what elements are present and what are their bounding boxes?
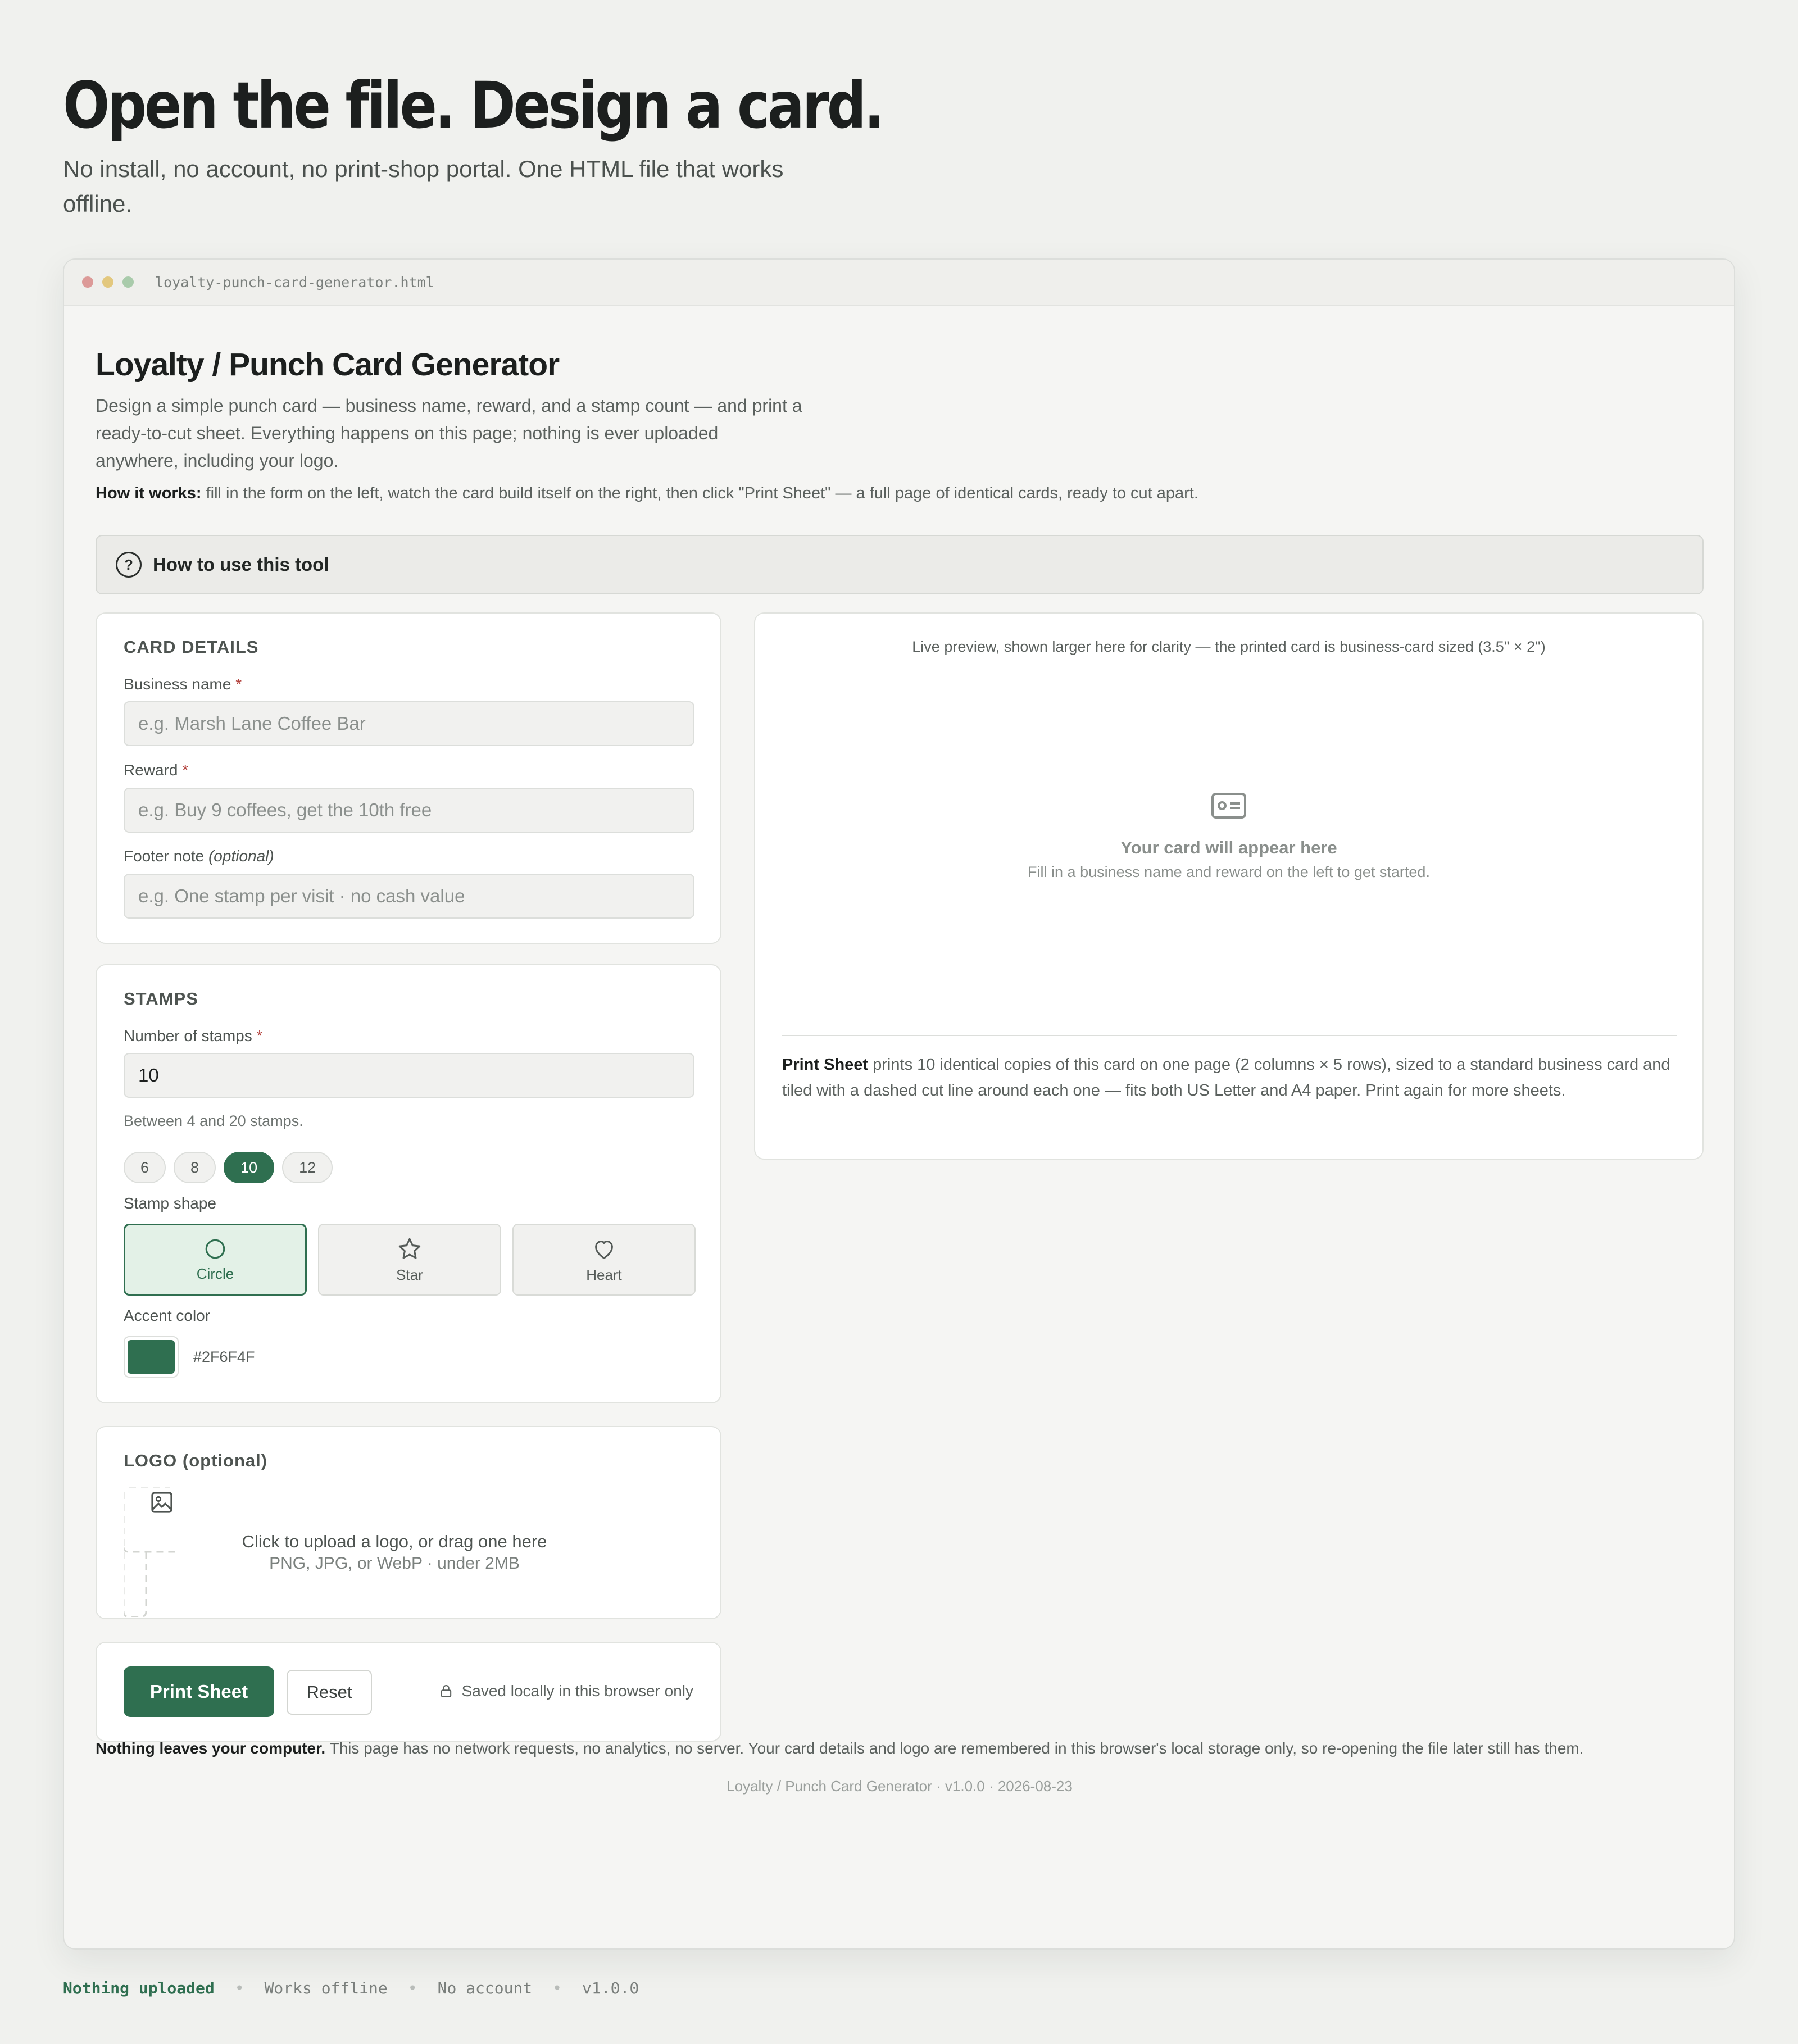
shape-heart-label: Heart xyxy=(586,1266,622,1283)
upload-instructions: Click to upload a logo, or drag one here xyxy=(242,1532,547,1551)
logo-panel: LOGO (optional) Click to upload a logo, … xyxy=(96,1426,721,1619)
logo-upload-dropzone[interactable] xyxy=(122,1486,175,1618)
print-sheet-button[interactable]: Print Sheet xyxy=(124,1666,274,1717)
stamp-count-hint: Between 4 and 20 stamps. xyxy=(124,1112,303,1129)
stamp-count-input[interactable] xyxy=(124,1053,694,1098)
print-note-text: prints 10 identical copies of this card … xyxy=(782,1056,1670,1100)
upload-formats: PNG, JPG, or WebP · under 2MB xyxy=(269,1554,520,1573)
preset-6-chip[interactable]: 6 xyxy=(124,1152,166,1183)
window-titlebar: loyalty-punch-card-generator.html xyxy=(64,260,1734,306)
status-separator: • xyxy=(407,1979,417,1997)
saved-locally-notice: Saved locally in this browser only xyxy=(438,1682,693,1700)
preset-8-chip[interactable]: 8 xyxy=(174,1152,216,1183)
close-dot-icon[interactable] xyxy=(82,276,93,288)
footer-note-label: Footer note (optional) xyxy=(124,847,274,865)
maximize-dot-icon[interactable] xyxy=(122,276,134,288)
logo-upload-text[interactable]: Click to upload a logo, or drag one here… xyxy=(175,1532,614,1573)
preset-10-chip[interactable]: 10 xyxy=(224,1152,275,1183)
hero-title: Open the file. Design a card. xyxy=(63,68,885,143)
shape-heart-option[interactable]: Heart xyxy=(512,1224,696,1296)
accent-color-label: Accent color xyxy=(124,1307,211,1324)
empty-state-title: Your card will appear here xyxy=(1120,838,1337,857)
app-title: Loyalty / Punch Card Generator xyxy=(96,347,560,383)
footer-note-input[interactable] xyxy=(124,874,694,919)
shape-circle-label: Circle xyxy=(196,1265,234,1282)
status-no-account: No account xyxy=(437,1979,533,1997)
reward-input[interactable] xyxy=(124,788,694,833)
how-it-works: How it works: fill in the form on the le… xyxy=(96,484,1704,503)
card-details-title: CARD DETAILS xyxy=(124,637,259,657)
status-version: v1.0.0 xyxy=(582,1979,639,1997)
accent-color-hex: #2F6F4F xyxy=(193,1348,255,1365)
logo-title: LOGO (optional) xyxy=(124,1451,268,1470)
privacy-text: This page has no network requests, no an… xyxy=(325,1739,1584,1757)
card-details-panel: CARD DETAILS Business name * Reward * Fo… xyxy=(96,612,721,944)
shape-star-label: Star xyxy=(396,1266,423,1283)
image-icon xyxy=(151,1492,172,1513)
stamp-count-presets: 6 8 10 12 xyxy=(124,1152,333,1183)
minimize-dot-icon[interactable] xyxy=(102,276,113,288)
print-sheet-note: Print Sheet prints 10 identical copies o… xyxy=(782,1052,1677,1103)
stamps-title: STAMPS xyxy=(124,989,198,1009)
circle-icon xyxy=(205,1239,225,1259)
preset-12-chip[interactable]: 12 xyxy=(282,1152,333,1183)
accent-color-picker[interactable] xyxy=(124,1336,179,1378)
heart-icon xyxy=(595,1240,613,1259)
preview-panel: Live preview, shown larger here for clar… xyxy=(754,612,1704,1160)
stamp-count-label: Number of stamps * xyxy=(124,1027,263,1044)
reward-label: Reward * xyxy=(124,761,189,779)
privacy-note: Nothing leaves your computer. This page … xyxy=(96,1739,1704,1757)
hero-subtitle: No install, no account, no print-shop po… xyxy=(63,156,784,217)
status-separator: • xyxy=(552,1979,562,1997)
business-name-label: Business name * xyxy=(124,675,242,693)
stamps-panel: STAMPS Number of stamps * Between 4 and … xyxy=(96,964,721,1403)
print-note-label: Print Sheet xyxy=(782,1056,869,1074)
app-description: Design a simple punch card — business na… xyxy=(96,396,802,471)
stamp-shape-label: Stamp shape xyxy=(124,1194,216,1212)
preview-empty-state: Your card will appear here Fill in a bus… xyxy=(755,792,1702,881)
status-separator: • xyxy=(234,1979,244,1997)
star-icon xyxy=(398,1238,421,1259)
version-footer: Loyalty / Punch Card Generator · v1.0.0 … xyxy=(727,1778,1073,1795)
preview-caption: Live preview, shown larger here for clar… xyxy=(912,638,1546,655)
lock-icon xyxy=(441,1685,451,1697)
business-name-input[interactable] xyxy=(124,701,694,746)
status-works-offline: Works offline xyxy=(264,1979,388,1997)
window-filename: loyalty-punch-card-generator.html xyxy=(155,274,434,290)
actions-panel: Print Sheet Reset Saved locally in this … xyxy=(96,1642,721,1742)
empty-state-subtitle: Fill in a business name and reward on th… xyxy=(1028,864,1430,880)
accent-color-swatch xyxy=(128,1340,175,1374)
reset-button[interactable]: Reset xyxy=(287,1670,372,1715)
shape-star-option[interactable]: Star xyxy=(318,1224,501,1296)
shape-circle-option[interactable]: Circle xyxy=(124,1224,307,1296)
how-it-works-text: fill in the form on the left, watch the … xyxy=(201,484,1198,502)
preview-divider xyxy=(782,1035,1677,1036)
browser-window: loyalty-punch-card-generator.html Loyalt… xyxy=(63,258,1735,1950)
privacy-label: Nothing leaves your computer. xyxy=(96,1739,326,1757)
stamp-shape-options: Circle Star Heart xyxy=(124,1224,696,1296)
how-it-works-label: How it works: xyxy=(96,484,202,502)
saved-locally-text: Saved locally in this browser only xyxy=(461,1682,693,1700)
status-bar: Nothing uploaded • Works offline • No ac… xyxy=(63,1979,639,1997)
page: Open the file. Design a card. No install… xyxy=(0,0,1798,2044)
how-to-use-toggle[interactable]: ? How to use this tool xyxy=(96,535,1704,594)
question-circle-icon: ? xyxy=(116,552,142,578)
status-nothing-uploaded: Nothing uploaded xyxy=(63,1979,215,1997)
how-to-use-label: How to use this tool xyxy=(153,554,329,575)
id-card-icon xyxy=(1211,793,1246,819)
